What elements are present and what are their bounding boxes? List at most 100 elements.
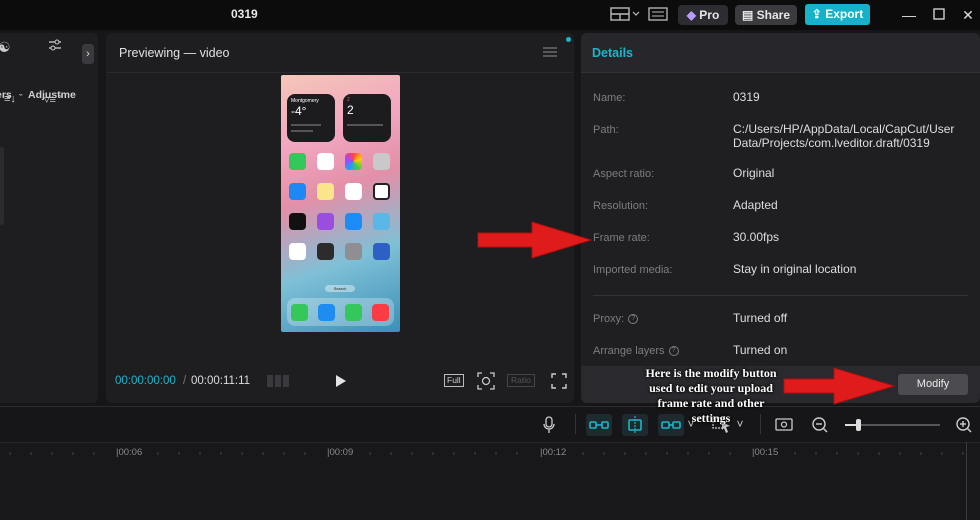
photos-icon [345, 153, 362, 170]
chevron-down-icon[interactable] [631, 7, 641, 23]
capcut-window: 0319 ◆ Pro ▤ Share ⇪ Export — ✕ ☯ ers [0, 0, 980, 520]
divider [575, 414, 576, 434]
app-store-icon [345, 213, 362, 230]
imported-media-label: Imported media: [593, 264, 673, 276]
calendar-day: 2 [347, 103, 354, 117]
camera-icon [373, 153, 390, 170]
minimize-icon[interactable]: — [899, 5, 919, 25]
left-media-panel: ☯ ers Adjustme › ≡↓ ˇ ▿≡ ˇ [0, 33, 98, 403]
proxy-label-text: Proxy: [593, 313, 625, 325]
proxy-value: Turned off [733, 311, 788, 325]
menu-icon[interactable] [543, 45, 557, 63]
details-divider [593, 295, 968, 296]
details-header [581, 33, 980, 73]
reminders-icon [345, 183, 362, 200]
diamond-icon: ◆ [686, 8, 696, 22]
calendar-lines [347, 124, 383, 126]
app-icon [373, 243, 390, 260]
zoom-out-icon[interactable] [811, 416, 829, 439]
path-value: C:/Users/HP/AppData/Local/CapCut/User Da… [733, 122, 955, 150]
red-arrow-frame-rate [477, 221, 593, 259]
filter-icon[interactable]: ▿≡ ˇ [44, 93, 63, 106]
timeline-toolbar [0, 406, 980, 442]
resolution-value: Adapted [733, 198, 778, 212]
notes-icon [317, 183, 334, 200]
sort-list-icon[interactable]: ≡↓ ˇ [4, 93, 23, 105]
name-label: Name: [593, 92, 626, 104]
close-icon[interactable]: ✕ [958, 5, 978, 25]
phone-app-icon [291, 304, 308, 321]
title-bar: 0319 ◆ Pro ▤ Share ⇪ Export — ✕ [0, 0, 980, 30]
main-track-link-button[interactable] [586, 414, 612, 436]
red-arrow-modify [783, 367, 896, 405]
share-icon: ▤ [741, 8, 754, 22]
arrange-layers-label: Arrange layers? [593, 345, 679, 357]
resolution-label: Resolution: [593, 200, 649, 212]
weather-widget: Montgomery -4° [287, 94, 335, 142]
scroll-indicator[interactable] [0, 147, 4, 225]
preview-title: Previewing — video [119, 46, 230, 60]
safari-icon [318, 304, 335, 321]
total-time: 00:00:11:11 [191, 375, 251, 387]
divider [106, 72, 574, 73]
grid-icon[interactable] [266, 373, 290, 394]
pro-button[interactable]: ◆ Pro [678, 5, 728, 25]
export-button[interactable]: ⇪ Export [805, 4, 870, 25]
ratio-button[interactable]: Ratio [507, 374, 535, 387]
frame-rate-label: Frame rate: [593, 232, 650, 244]
layout-icon[interactable] [609, 7, 631, 23]
aspect-ratio-label: Aspect ratio: [593, 168, 655, 180]
current-time: 00:00:00:00 [115, 375, 176, 387]
settings-icon [345, 243, 362, 260]
name-value: 0319 [733, 90, 760, 104]
search-pill: Search [325, 285, 355, 292]
podcasts-icon [317, 213, 334, 230]
chevron-right-icon[interactable]: › [82, 44, 94, 64]
calendar-app-icon [317, 153, 334, 170]
upload-icon: ⇪ [811, 7, 822, 21]
zoom-slider-handle[interactable] [856, 419, 861, 431]
weather-lines [291, 130, 313, 132]
share-label: Share [756, 8, 791, 22]
project-title: 0319 [231, 7, 258, 21]
path-label: Path: [593, 124, 619, 136]
full-button[interactable]: Full [444, 374, 464, 387]
tv-icon [289, 213, 306, 230]
microphone-icon[interactable] [542, 416, 556, 439]
status-dot [566, 37, 571, 42]
help-icon[interactable]: ? [628, 314, 639, 325]
ruler-minor-ticks [9, 452, 964, 455]
weather-temp: -4° [291, 104, 307, 118]
time-separator: / [183, 375, 187, 387]
modify-button[interactable]: Modify [898, 374, 968, 395]
frame-rate-value: 30.00fps [733, 230, 780, 244]
maps-icon [373, 213, 390, 230]
zoom-fit-icon[interactable] [477, 372, 495, 395]
music-icon [372, 304, 389, 321]
arrange-layers-value: Turned on [733, 343, 788, 357]
proxy-label: Proxy:? [593, 313, 639, 325]
annotation-text: Here is the modify button used to edit y… [645, 366, 777, 425]
fullscreen-icon[interactable] [551, 373, 567, 394]
play-icon[interactable] [334, 373, 348, 394]
zoom-in-icon[interactable] [955, 416, 973, 439]
clock-icon [373, 183, 390, 200]
aspect-ratio-value: Original [733, 166, 775, 180]
maximize-icon[interactable] [929, 5, 949, 25]
export-label: Export [825, 7, 864, 21]
video-frame[interactable]: Montgomery -4° 2 2 Search [281, 75, 400, 332]
calendar-widget: 2 2 [343, 94, 391, 142]
details-title: Details [592, 46, 633, 60]
keyboard-icon[interactable] [647, 7, 669, 23]
adjustment-icon[interactable] [47, 37, 63, 58]
help-icon[interactable]: ? [668, 346, 679, 357]
messages-icon [345, 304, 362, 321]
share-button[interactable]: ▤ Share [735, 5, 797, 25]
details-panel: Details Name: 0319 Path: C:/Users/HP/App… [581, 33, 980, 403]
pro-label: Pro [699, 8, 720, 22]
mail-icon [289, 183, 306, 200]
ruler-edge [966, 442, 967, 520]
filters-icon[interactable]: ☯ [0, 39, 11, 56]
health-icon [289, 243, 306, 260]
facetime-icon [289, 153, 306, 170]
